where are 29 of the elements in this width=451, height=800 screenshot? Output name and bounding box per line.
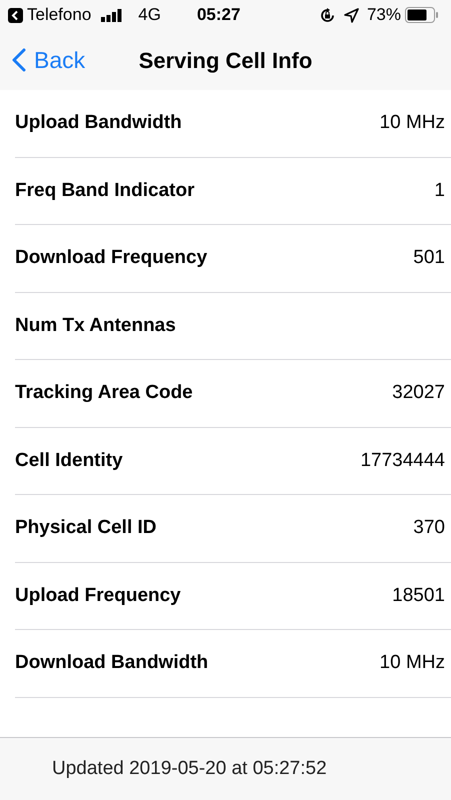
row-value: 501 <box>413 246 445 270</box>
row-value: 17734444 <box>360 448 445 472</box>
row-label: Cell Identity <box>15 448 123 472</box>
rotation-lock-icon <box>318 6 336 24</box>
row-label: Num Tx Antennas <box>15 314 176 338</box>
row-value: 10 MHz <box>380 111 445 135</box>
row-value: 18501 <box>392 584 445 608</box>
battery-icon <box>405 7 439 23</box>
chevron-left-icon <box>12 48 26 72</box>
row-value: 370 <box>413 516 445 540</box>
location-icon <box>344 8 359 22</box>
updated-timestamp: Updated 2019-05-20 at 05:27:52 <box>52 756 327 781</box>
status-time: 05:27 <box>196 4 240 26</box>
back-to-app-button[interactable]: Telefono <box>8 2 92 28</box>
row-label: Upload Frequency <box>15 584 181 608</box>
row-value: 10 MHz <box>380 651 445 675</box>
row-label: Upload Bandwidth <box>15 111 182 135</box>
row-label: Tracking Area Code <box>15 381 193 405</box>
screen-title: Serving Cell Info <box>138 46 312 75</box>
battery-percent: 73% <box>366 4 401 26</box>
signal-icon <box>101 8 122 22</box>
network-type: 4G <box>138 4 161 26</box>
row-label: Download Frequency <box>15 246 208 270</box>
row-label: Physical Cell ID <box>15 516 157 540</box>
row-label: Freq Band Indicator <box>15 178 194 202</box>
row-label: Download Bandwidth <box>15 651 208 675</box>
back-button[interactable]: Back <box>12 42 86 78</box>
row-value: 32027 <box>392 381 445 405</box>
row-value: 1 <box>434 178 445 202</box>
